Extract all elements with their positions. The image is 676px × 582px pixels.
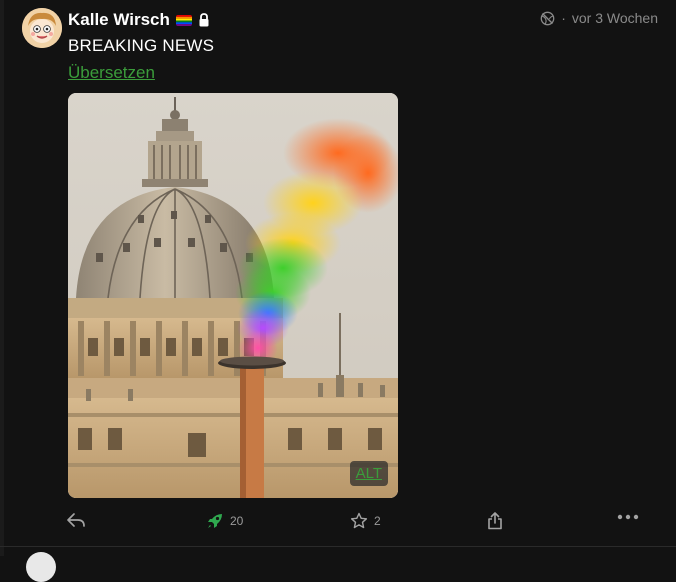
post-divider <box>0 546 676 547</box>
boost-count: 20 <box>230 514 244 528</box>
alt-text-badge[interactable]: ALT <box>349 461 388 486</box>
share-button[interactable] <box>487 512 503 530</box>
rocket-icon <box>208 514 222 528</box>
reply-button[interactable] <box>66 512 86 528</box>
more-icon <box>617 514 639 520</box>
timestamp[interactable]: vor 3 Wochen <box>572 10 658 26</box>
globe-off-icon <box>540 11 555 26</box>
action-bar: 20 2 <box>0 508 676 538</box>
author-display-name[interactable]: Kalle Wirsch <box>68 10 170 30</box>
lock-icon <box>198 13 210 27</box>
media-image <box>68 93 398 498</box>
next-post-avatar[interactable] <box>26 552 56 582</box>
avatar[interactable] <box>22 8 62 48</box>
translate-link[interactable]: Übersetzen <box>68 63 155 83</box>
separator-dot: · <box>561 10 566 26</box>
star-icon <box>350 512 368 529</box>
avatar-image <box>22 8 62 48</box>
post-meta: · vor 3 Wochen <box>540 10 658 26</box>
reply-icon <box>67 513 85 527</box>
rainbow-flag-icon <box>175 14 192 26</box>
author-row: Kalle Wirsch <box>68 9 210 31</box>
media-attachment[interactable]: ALT <box>68 93 398 498</box>
favourite-count: 2 <box>374 514 381 528</box>
boost-button[interactable]: 20 <box>206 512 243 530</box>
post-card: Kalle Wirsch · vor 3 Wochen BREAKING NEW… <box>0 0 676 582</box>
post-content: BREAKING NEWS <box>68 36 215 55</box>
favourite-button[interactable]: 2 <box>350 512 381 530</box>
share-icon <box>488 512 502 530</box>
more-options-button[interactable] <box>617 512 639 522</box>
